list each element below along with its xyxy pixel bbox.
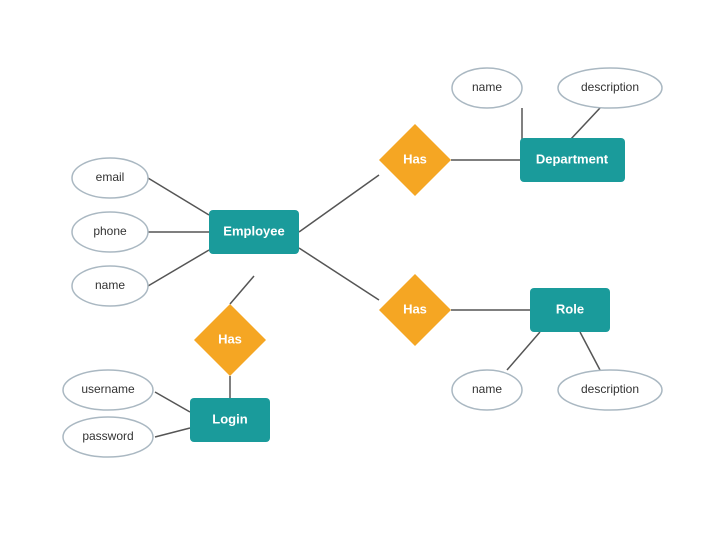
attr-dep-name-label: name xyxy=(472,80,502,94)
connector-employee-has2 xyxy=(299,248,379,300)
attr-email-label: email xyxy=(96,170,125,184)
entity-role-label: Role xyxy=(556,301,584,316)
attr-role-desc-label: description xyxy=(581,382,639,396)
relation-has-login-label: Has xyxy=(218,331,242,346)
connector-role-name xyxy=(507,332,540,370)
connector-email-employee xyxy=(148,178,209,215)
connector-employee-has3 xyxy=(230,276,254,304)
attr-username-label: username xyxy=(81,382,135,396)
attr-dep-desc-label: description xyxy=(581,80,639,94)
er-diagram: email phone name name description name d… xyxy=(0,0,728,540)
relation-has-department-label: Has xyxy=(403,151,427,166)
connector-role-desc xyxy=(580,332,600,370)
relation-has-role-label: Has xyxy=(403,301,427,316)
connector-dep-desc xyxy=(570,108,600,140)
attr-password-label: password xyxy=(82,429,133,443)
entity-login-label: Login xyxy=(212,411,247,426)
connector-employee-has1 xyxy=(299,175,379,232)
attr-emp-name-label: name xyxy=(95,278,125,292)
attr-role-name-label: name xyxy=(472,382,502,396)
connector-name-employee xyxy=(148,250,209,286)
connector-login-password xyxy=(155,428,190,437)
connector-login-username xyxy=(155,392,190,412)
entity-employee-label: Employee xyxy=(223,223,284,238)
attr-phone-label: phone xyxy=(93,224,127,238)
entity-department-label: Department xyxy=(536,151,609,166)
